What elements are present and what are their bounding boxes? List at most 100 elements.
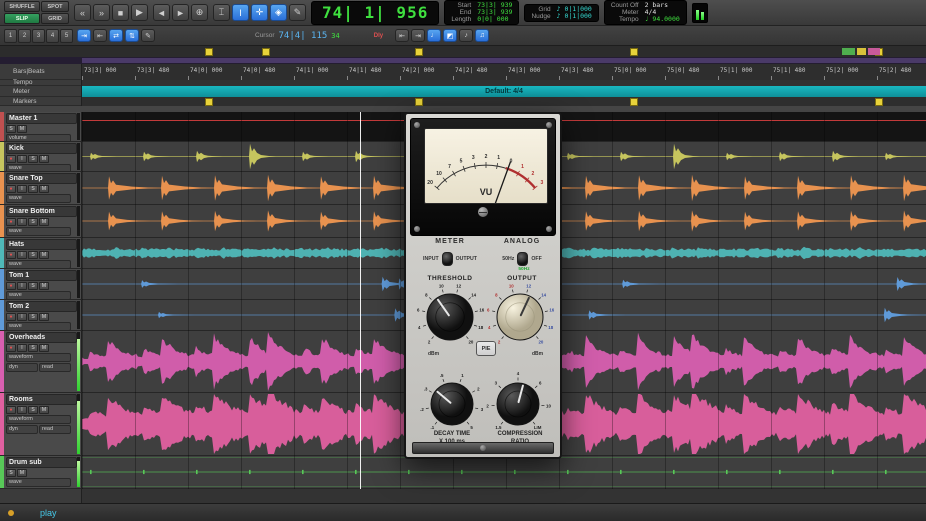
track-view-selector[interactable]: waveform — [6, 353, 71, 362]
track-name[interactable]: Tom 1 — [6, 270, 77, 281]
track-header-overheads[interactable]: Overheads●ISMwaveformdynread — [0, 331, 82, 393]
track-view-selector[interactable]: wave — [6, 478, 71, 487]
nudge-value[interactable]: 0|1|000 — [564, 12, 591, 20]
input-monitor-button[interactable]: I — [17, 185, 27, 193]
window-config-4[interactable]: 4 — [46, 29, 59, 43]
track-lane-drum-sub[interactable] — [82, 456, 926, 489]
input-monitor-button[interactable]: I — [17, 313, 27, 321]
track-name[interactable]: Kick — [6, 143, 77, 154]
ruler-name-meter[interactable]: Meter — [0, 86, 81, 97]
track-header-tom-2[interactable]: Tom 2●ISMwave — [0, 300, 82, 331]
solo-button[interactable]: S — [6, 125, 16, 133]
solo-button[interactable]: S — [28, 155, 38, 163]
dyn-selector[interactable]: dyn — [6, 363, 38, 372]
marker-icon[interactable] — [262, 48, 270, 56]
record-enable-button[interactable]: ● — [6, 218, 16, 226]
input-monitor-button[interactable]: I — [17, 251, 27, 259]
record-enable-button[interactable]: ● — [6, 344, 16, 352]
input-monitor-button[interactable]: I — [17, 406, 27, 414]
scrubber-tool[interactable]: ◈ — [270, 4, 287, 21]
input-monitor-button[interactable]: I — [17, 344, 27, 352]
mute-button[interactable]: M — [39, 185, 49, 193]
pencil-tool[interactable]: ✎ — [289, 4, 306, 21]
insertion-follows-playback-button[interactable]: ⇤ — [93, 29, 107, 42]
bars-beats-ruler[interactable]: 73|3| 00073|3| 48074|0| 00074|0| 48074|1… — [82, 64, 926, 81]
count-off-button[interactable]: ◩ — [443, 29, 457, 42]
trim-tool[interactable]: ⌶ — [213, 4, 230, 21]
edit-mode-grid[interactable]: GRID — [41, 13, 69, 24]
fast-forward-button[interactable]: » — [93, 4, 110, 21]
record-enable-button[interactable]: ● — [6, 313, 16, 321]
edit-mode-slip[interactable]: SLIP — [4, 13, 40, 24]
meter-default-event[interactable]: Default: 4/4 — [485, 88, 523, 95]
zoom-in-button[interactable]: ► — [172, 4, 189, 21]
zoomer-tool[interactable]: ⊕ — [191, 4, 208, 21]
solo-button[interactable]: S — [28, 344, 38, 352]
mute-button[interactable]: M — [39, 251, 49, 259]
track-header-master-1[interactable]: Master 1SMvolume — [0, 112, 82, 142]
marker-icon[interactable] — [205, 98, 213, 106]
marker-icon[interactable] — [205, 48, 213, 56]
meter-ruler[interactable]: Default: 4/4 — [82, 86, 926, 97]
marker-icon[interactable] — [415, 48, 423, 56]
track-view-selector[interactable]: volume — [6, 134, 71, 142]
window-config-5[interactable]: 5 — [60, 29, 73, 43]
ruler-name-markers[interactable]: Markers — [0, 97, 81, 106]
play-button[interactable]: ▶ — [131, 4, 148, 21]
window-config-3[interactable]: 3 — [32, 29, 45, 43]
marker-icon[interactable] — [630, 48, 638, 56]
mirrored-midi-button[interactable]: ✎ — [141, 29, 155, 42]
track-header-hats[interactable]: Hats●ISMwave — [0, 238, 82, 269]
countoff-label[interactable]: Count Off — [611, 2, 639, 9]
track-name[interactable]: Snare Top — [6, 173, 77, 184]
analog-toggle[interactable] — [517, 252, 528, 266]
automation-mode-selector[interactable]: read — [39, 363, 71, 372]
tempo-value[interactable]: 94.0000 — [652, 15, 679, 23]
track-view-selector[interactable]: wave — [6, 322, 71, 331]
solo-button[interactable]: S — [28, 185, 38, 193]
conductor-button[interactable]: ♫ — [475, 29, 489, 42]
track-name[interactable]: Overheads — [6, 332, 77, 343]
track-view-selector[interactable]: wave — [6, 194, 71, 203]
track-name[interactable]: Hats — [6, 239, 77, 250]
solo-button[interactable]: S — [28, 406, 38, 414]
solo-button[interactable]: S — [28, 313, 38, 321]
solo-button[interactable]: S — [28, 251, 38, 259]
dyn-selector[interactable]: dyn — [6, 425, 38, 434]
mute-button[interactable]: M — [39, 282, 49, 290]
track-view-selector[interactable]: wave — [6, 164, 71, 172]
solo-button[interactable]: S — [6, 469, 16, 477]
window-config-1[interactable]: 1 — [4, 29, 17, 43]
input-monitor-button[interactable]: I — [17, 155, 27, 163]
link-track-edit-button[interactable]: ⇅ — [125, 29, 139, 42]
tab-to-transient-button[interactable]: ⇥ — [77, 29, 91, 42]
track-header-drum-sub[interactable]: Drum subSMwave — [0, 456, 82, 489]
ruler-name-bars-beats[interactable]: Bars|Beats — [0, 64, 81, 80]
stop-button[interactable]: ■ — [112, 4, 129, 21]
input-monitor-button[interactable]: I — [17, 218, 27, 226]
track-view-selector[interactable]: wave — [6, 227, 71, 236]
track-view-selector[interactable]: waveform — [6, 415, 71, 424]
meter-source-toggle[interactable] — [442, 252, 453, 266]
track-name[interactable]: Drum sub — [6, 457, 77, 468]
mute-button[interactable]: M — [39, 155, 49, 163]
solo-button[interactable]: S — [28, 218, 38, 226]
selector-tool[interactable]: I — [232, 4, 249, 21]
mute-button[interactable]: M — [39, 313, 49, 321]
track-name[interactable]: Rooms — [6, 394, 77, 405]
track-view-selector[interactable]: wave — [6, 291, 71, 300]
tempo-label[interactable]: Tempo — [611, 16, 639, 23]
grabber-tool[interactable]: ✛ — [251, 4, 268, 21]
track-name[interactable]: Master 1 — [6, 113, 77, 124]
track-header-snare-bottom[interactable]: Snare Bottom●ISMwave — [0, 205, 82, 238]
marker-icon[interactable] — [875, 98, 883, 106]
record-enable-button[interactable]: ● — [6, 406, 16, 414]
marker-icon[interactable] — [415, 98, 423, 106]
link-timeline-edit-button[interactable]: ⇄ — [109, 29, 123, 42]
track-name[interactable]: Tom 2 — [6, 301, 77, 312]
plugin-window-compressor[interactable]: 2010753210123VU METER ANALOG INPUT OUTPU… — [404, 112, 562, 459]
track-header-kick[interactable]: Kick●ISMwave — [0, 142, 82, 172]
rewind-button[interactable]: « — [74, 4, 91, 21]
record-enable-button[interactable]: ● — [6, 185, 16, 193]
track-view-selector[interactable]: wave — [6, 260, 71, 269]
